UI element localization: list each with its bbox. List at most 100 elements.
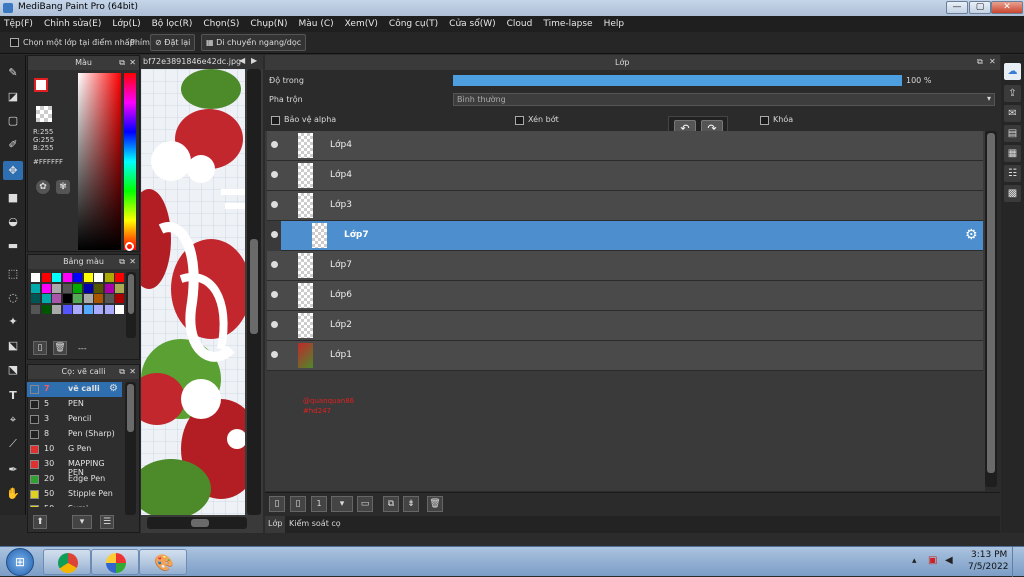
folder-icon[interactable]: ▭: [357, 496, 373, 512]
canvas-horizontal-scrollbar[interactable]: [147, 517, 247, 529]
list-icon[interactable]: ☷: [1004, 165, 1021, 182]
duplicate-layer-icon[interactable]: ⧉: [383, 496, 399, 512]
layer-scrollbar[interactable]: [985, 131, 997, 487]
gradient-tool-icon[interactable]: ▬: [3, 236, 23, 255]
close-button[interactable]: ✕: [991, 1, 1023, 14]
text-tool-icon[interactable]: T: [3, 386, 23, 405]
canvas-vertical-scrollbar-thumb[interactable]: [250, 239, 258, 334]
palette-swatch[interactable]: [31, 283, 40, 293]
menu-help[interactable]: Help: [604, 19, 625, 29]
new-layer-icon[interactable]: ▯: [269, 496, 285, 512]
brush-item[interactable]: 3 Pencil: [27, 412, 122, 427]
select-eraser-tool-icon[interactable]: ⬔: [3, 360, 23, 379]
lasso-tool-icon[interactable]: ◌: [3, 288, 23, 307]
palette-swatch[interactable]: [94, 273, 103, 282]
layer-row[interactable]: Lớp4: [267, 161, 983, 191]
palette-swatch[interactable]: [104, 304, 114, 314]
layer-row[interactable]: Lớp3: [267, 191, 983, 221]
palette-swatch[interactable]: [104, 283, 114, 293]
palette-swatch[interactable]: [73, 283, 82, 293]
palette-swatch[interactable]: [52, 294, 61, 303]
palette-swatch[interactable]: [94, 283, 103, 293]
comment-icon[interactable]: ✉: [1004, 105, 1021, 122]
color-palette-icon[interactable]: ✾: [56, 180, 70, 194]
panel-close-icon[interactable]: ✕: [129, 255, 136, 269]
brush-item[interactable]: 50 Sumi: [27, 502, 122, 507]
canvas-tab[interactable]: bf72e3891846e42dc.jpg: [143, 57, 241, 66]
layer-row[interactable]: Lớp6: [267, 281, 983, 311]
brush-add-icon[interactable]: ⬆: [33, 515, 47, 529]
hue-slider[interactable]: [124, 73, 136, 250]
gear-icon[interactable]: ⚙: [965, 227, 978, 243]
foreground-color-swatch[interactable]: [34, 78, 48, 92]
menu-timelapse[interactable]: Time-lapse: [543, 19, 592, 29]
palette-swatch[interactable]: [94, 294, 103, 303]
layout-icon[interactable]: ▤: [1004, 125, 1021, 142]
menu-window[interactable]: Cửa sổ(W): [449, 19, 495, 29]
palette-swatch[interactable]: [41, 294, 51, 303]
palette-swatch[interactable]: [62, 273, 72, 282]
palette-swatch[interactable]: [83, 273, 93, 282]
undock-icon[interactable]: ⧉: [119, 255, 125, 269]
visibility-eye-icon[interactable]: [271, 351, 278, 358]
tab-next-icon[interactable]: ▶: [251, 56, 257, 65]
brush-scrollbar-thumb[interactable]: [127, 384, 134, 432]
gear-icon[interactable]: ⚙: [109, 383, 118, 394]
select-tool-icon[interactable]: ⬚: [3, 264, 23, 283]
layer-row[interactable]: Lớp4: [267, 131, 983, 161]
blur-tool-icon[interactable]: ✐: [3, 135, 23, 154]
new-palette-icon[interactable]: ▯: [33, 341, 47, 355]
clock-time[interactable]: 3:13 PM: [971, 550, 1007, 560]
palette-swatch-grid[interactable]: [29, 272, 125, 328]
palette-swatch[interactable]: [62, 304, 72, 314]
pen-tool-icon[interactable]: ✒: [3, 460, 23, 479]
brush-item[interactable]: 30 MAPPING PEN: [27, 457, 122, 477]
palette-swatch[interactable]: [115, 283, 124, 293]
reset-button[interactable]: ⊘ Đặt lại: [150, 34, 196, 51]
undock-icon[interactable]: ⧉: [119, 56, 125, 70]
palette-swatch[interactable]: [94, 304, 103, 314]
palette-swatch[interactable]: [73, 294, 82, 303]
palette-swatch[interactable]: [41, 304, 51, 314]
brush-settings-icon[interactable]: ☰: [100, 515, 114, 529]
menu-cloud[interactable]: Cloud: [507, 19, 533, 29]
taskbar-chrome[interactable]: [43, 549, 91, 575]
new-8bit-layer-icon[interactable]: 1: [311, 496, 327, 512]
layer-row[interactable]: Lớp2: [267, 311, 983, 341]
palette-swatch[interactable]: [83, 304, 93, 314]
taskbar-medibang[interactable]: [91, 549, 139, 575]
hand-tool-icon[interactable]: ✋: [3, 484, 23, 503]
palette-swatch[interactable]: [73, 304, 82, 314]
protect-alpha-checkbox[interactable]: [271, 116, 280, 125]
undock-icon[interactable]: ⧉: [119, 365, 125, 379]
canvas-area[interactable]: bf72e3891846e42dc.jpg ◀ ▶: [141, 55, 263, 533]
taskbar-paint[interactable]: 🎨: [139, 549, 187, 575]
layer-row[interactable]: Lớp7 ⚙: [271, 221, 983, 251]
select-layer-checkbox[interactable]: [10, 38, 19, 47]
palette-swatch[interactable]: [41, 273, 51, 282]
document-icon[interactable]: ▦: [1004, 145, 1021, 162]
brush-item[interactable]: 7 vẽ calli ⚙: [27, 382, 122, 397]
visibility-eye-icon[interactable]: [271, 201, 278, 208]
blend-mode-select[interactable]: Bình thường ▾: [453, 93, 995, 106]
select-pen-tool-icon[interactable]: ⬕: [3, 336, 23, 355]
menu-edit[interactable]: Chỉnh sửa(E): [44, 19, 101, 29]
brush-scrollbar[interactable]: [125, 382, 136, 515]
delete-palette-icon[interactable]: 🗑: [53, 341, 67, 355]
menu-layer[interactable]: Lớp(L): [112, 19, 140, 29]
palette-swatch[interactable]: [73, 273, 82, 282]
palette-scrollbar[interactable]: [126, 272, 136, 338]
menu-select[interactable]: Chọn(S): [203, 19, 239, 29]
palette-swatch[interactable]: [31, 294, 40, 303]
brush-item[interactable]: 8 Pen (Sharp): [27, 427, 122, 442]
magic-wand-tool-icon[interactable]: ✦: [3, 312, 23, 331]
lock-checkbox[interactable]: [760, 116, 769, 125]
tab-brush-control[interactable]: Kiểm soát cọ: [289, 519, 341, 528]
brush-item[interactable]: 10 G Pen: [27, 442, 122, 457]
palette-swatch[interactable]: [115, 294, 124, 303]
canvas-vertical-scrollbar[interactable]: [247, 69, 261, 515]
minimize-button[interactable]: —: [946, 1, 968, 14]
color-wheel-icon[interactable]: ✿: [36, 180, 50, 194]
palette-swatch[interactable]: [52, 283, 61, 293]
add-layer-dropdown-icon[interactable]: ▾: [331, 496, 353, 512]
